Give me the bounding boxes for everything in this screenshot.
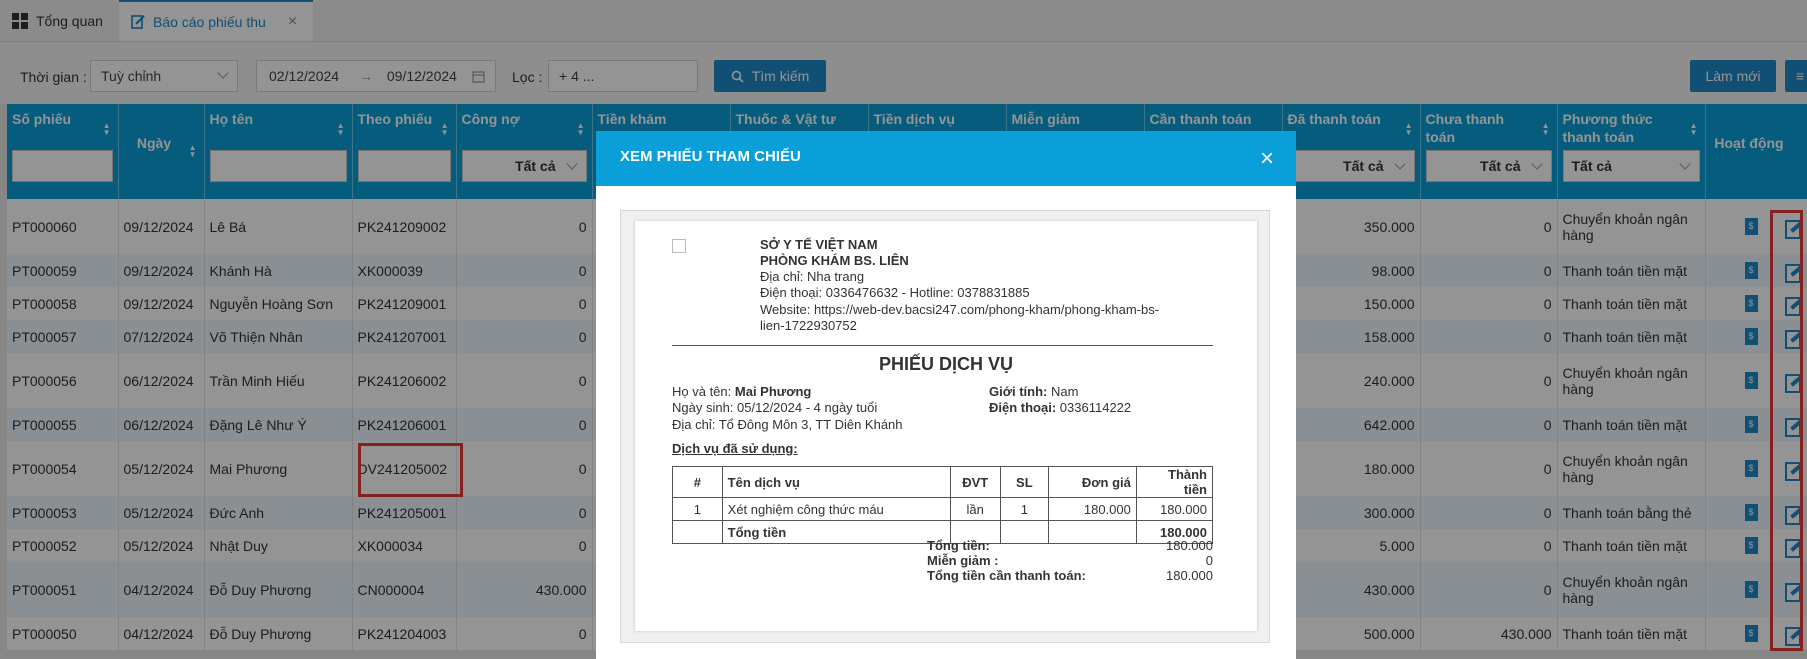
reference-receipt-modal: XEM PHIẾU THAM CHIẾU × SỞ Y TẾ VIỆT NAM … <box>596 131 1296 659</box>
svc-row: 1 Xét nghiệm công thức máu lần 1 180.000… <box>672 497 1214 521</box>
summary-discount-label: Miễn giảm : <box>927 553 999 568</box>
document-viewer: SỞ Y TẾ VIỆT NAM PHÒNG KHÁM BS. LIÊN Địa… <box>620 210 1270 643</box>
svc-col-name: Tên dịch vụ <box>721 466 951 498</box>
document-title: PHIẾU DỊCH VỤ <box>878 354 1013 374</box>
clinic-phone: Điện thoại: 0336476632 - Hotline: 037883… <box>760 285 1030 300</box>
summary-due-label: Tổng tiền cần thanh toán: <box>927 568 1086 583</box>
svc-col-amount: Thành tiền <box>1135 466 1214 498</box>
clinic-website-cont: lien-1722930752 <box>760 318 857 333</box>
services-heading: Dịch vụ đã sử dụng: <box>672 441 798 456</box>
clinic-logo-broken-image <box>672 239 686 253</box>
svc-col-no: # <box>672 466 723 498</box>
org-name: SỞ Y TẾ VIỆT NAM <box>760 237 878 252</box>
header-divider <box>672 345 1213 346</box>
close-icon[interactable]: × <box>1260 145 1274 173</box>
clinic-address: Địa chỉ: Nha trang <box>760 269 865 284</box>
patient-name-row: Họ và tên: Mai Phương <box>672 384 812 399</box>
summary-total-value: 180.000 <box>1166 538 1213 553</box>
clinic-name: PHÒNG KHÁM BS. LIÊN <box>760 253 909 268</box>
summary-due-value: 180.000 <box>1166 568 1213 583</box>
service-receipt-document: SỞ Y TẾ VIỆT NAM PHÒNG KHÁM BS. LIÊN Địa… <box>635 221 1257 631</box>
summary-total-label: Tổng tiền: <box>927 538 990 553</box>
patient-address: Địa chỉ: Tổ Đông Môn 3, TT Diên Khánh <box>672 417 903 432</box>
patient-gender-row: Giới tính: Nam <box>989 384 1079 399</box>
svc-col-price: Đơn giá <box>1048 466 1137 498</box>
clinic-website: Website: https://web-dev.bacsi247.com/ph… <box>760 302 1160 317</box>
summary-discount-value: 0 <box>1205 553 1213 568</box>
patient-phone-row: Điện thoại: 0336114222 <box>989 400 1132 415</box>
svc-col-unit: ĐVT <box>949 466 1001 498</box>
modal-title: XEM PHIẾU THAM CHIẾU <box>620 148 801 165</box>
patient-dob: Ngày sinh: 05/12/2024 - 4 ngày tuổi <box>672 400 878 415</box>
services-table: # Tên dịch vụ ĐVT SL Đơn giá Thành tiền … <box>672 466 1214 544</box>
svc-col-qty: SL <box>999 466 1050 498</box>
modal-header: XEM PHIẾU THAM CHIẾU × <box>596 131 1296 186</box>
